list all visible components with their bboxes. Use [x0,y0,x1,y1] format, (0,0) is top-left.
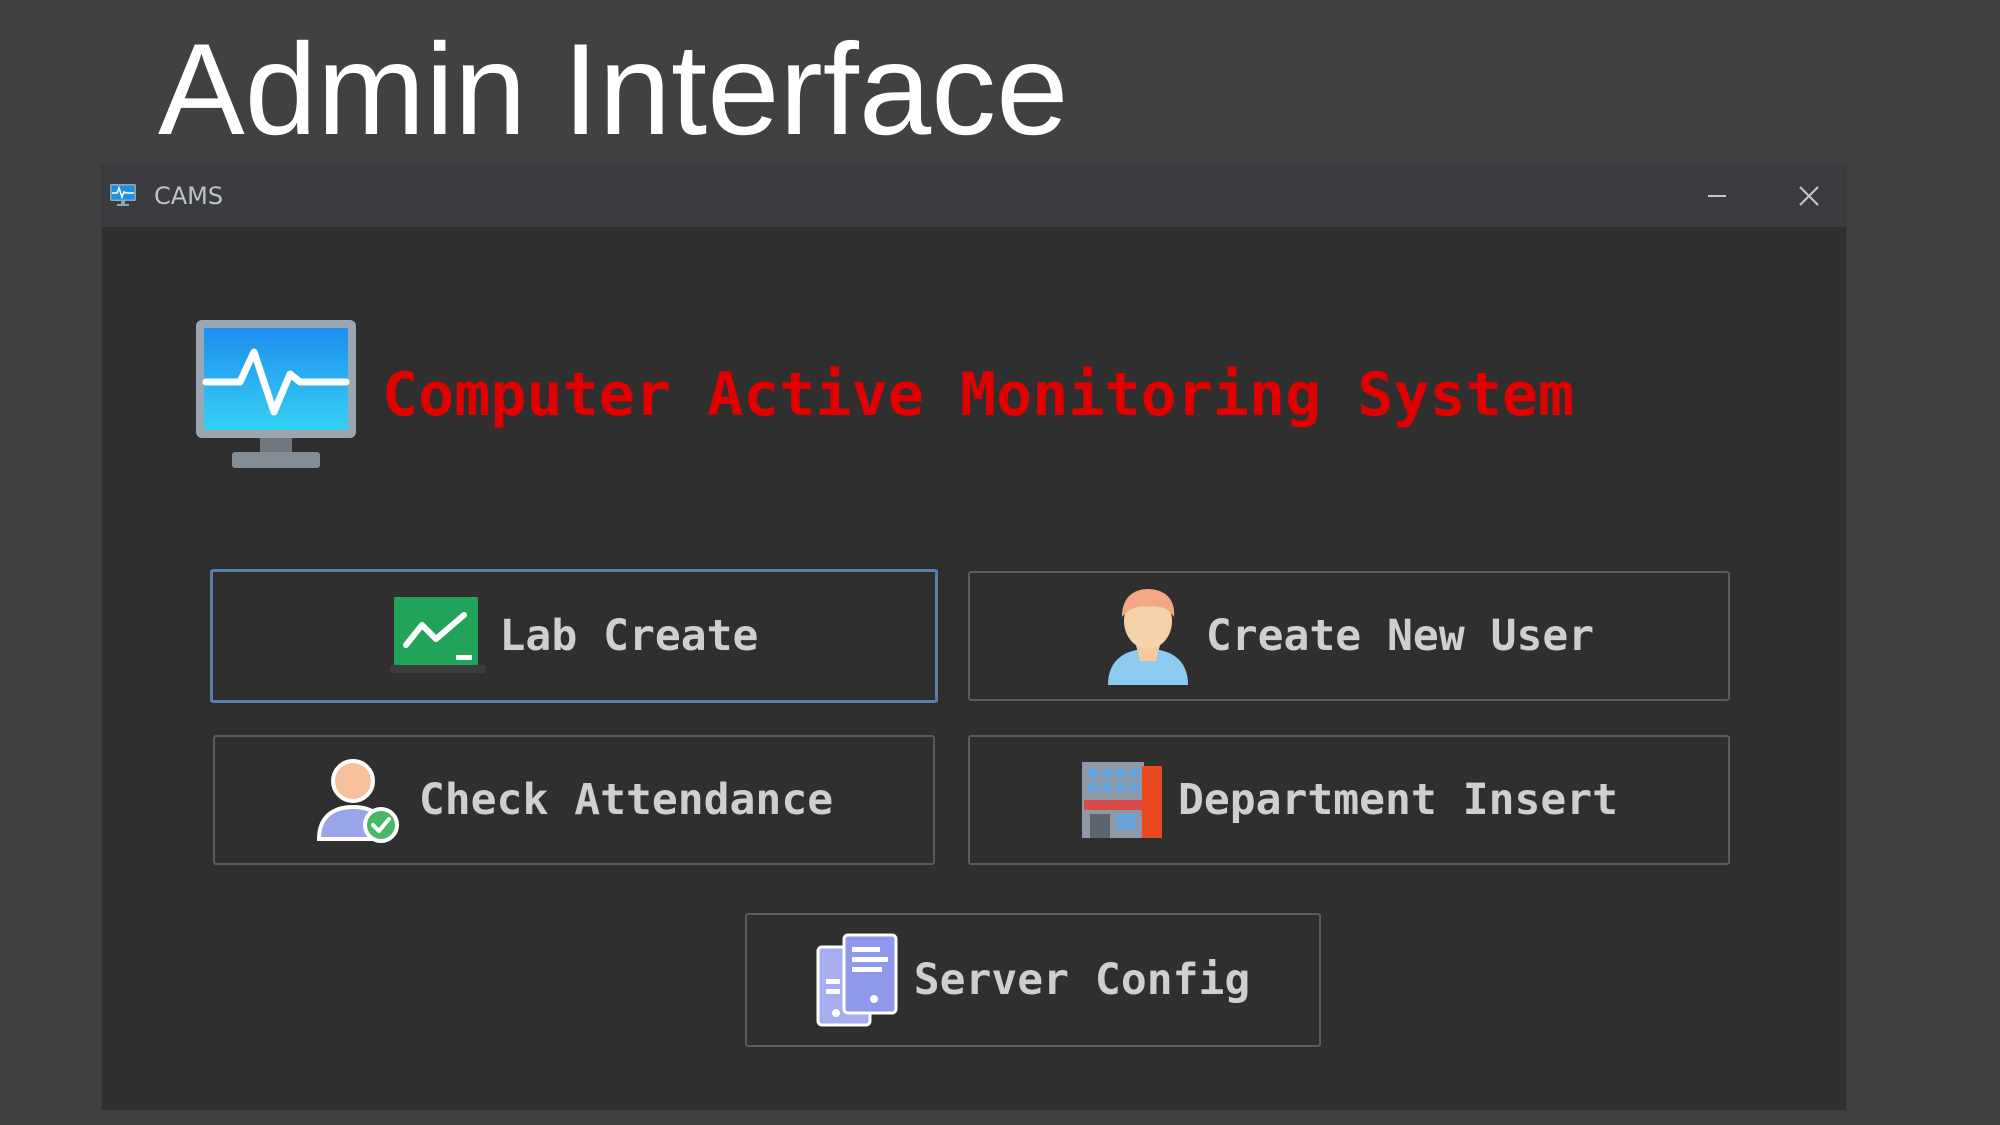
monitor-pulse-icon [196,320,356,468]
app-window: CAMS Computer Active Monitoring System L… [102,165,1846,1110]
minimize-icon [1708,195,1726,197]
close-icon [1799,186,1819,206]
window-titlebar[interactable]: CAMS [102,165,1846,227]
check-attendance-button[interactable]: Check Attendance [213,735,935,865]
close-button[interactable] [1774,165,1844,227]
building-icon [1081,762,1162,838]
check-attendance-label: Check Attendance [418,775,834,825]
minimize-button[interactable] [1682,165,1752,227]
window-title: CAMS [154,182,224,210]
lab-create-button[interactable]: Lab Create [210,569,938,703]
system-title: Computer Active Monitoring System [382,360,1575,430]
server-config-label: Server Config [913,955,1251,1005]
server-icon [816,933,898,1027]
create-new-user-button[interactable]: Create New User [968,571,1730,701]
department-insert-label: Department Insert [1177,775,1619,825]
monitor-pulse-icon [110,184,136,206]
user-check-icon [316,759,399,843]
chart-board-icon [389,597,486,673]
department-insert-button[interactable]: Department Insert [968,735,1730,865]
user-icon [1107,589,1188,685]
server-config-button[interactable]: Server Config [745,913,1321,1047]
slide-title: Admin Interface [158,16,1069,162]
create-new-user-label: Create New User [1205,611,1595,661]
lab-create-label: Lab Create [499,611,759,661]
